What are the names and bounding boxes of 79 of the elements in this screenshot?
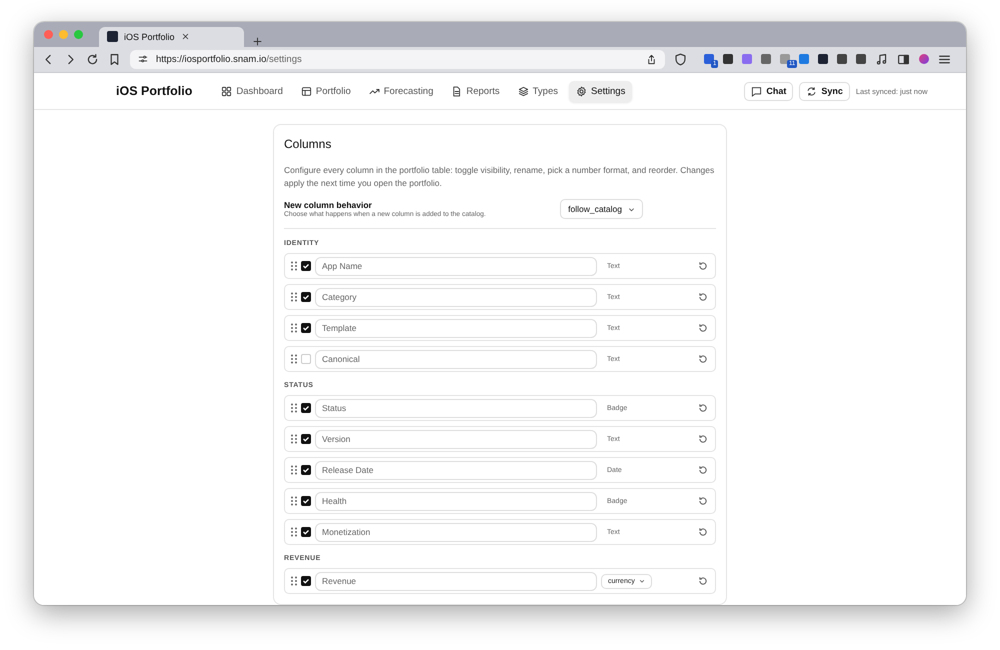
extension-icon[interactable] bbox=[856, 54, 866, 64]
card-description: Configure every column in the portfolio table: toggle visibility, rename, pick a number format, and reorder. Changes apply the next time you open the portfolio. bbox=[284, 164, 716, 189]
visibility-checkbox[interactable] bbox=[301, 261, 311, 271]
nav-tab[interactable]: Types bbox=[510, 80, 565, 102]
reset-icon[interactable] bbox=[698, 465, 708, 475]
visibility-checkbox[interactable] bbox=[301, 496, 311, 506]
drag-handle-icon[interactable] bbox=[290, 403, 298, 413]
url-text: https://iosportfolio.snam.io/settings bbox=[156, 54, 302, 65]
sync-icon bbox=[806, 86, 818, 96]
column-name-field[interactable]: App Name bbox=[315, 256, 597, 276]
column-name-field[interactable]: Revenue bbox=[315, 572, 597, 590]
reset-icon[interactable] bbox=[698, 323, 708, 333]
reset-icon[interactable] bbox=[698, 354, 708, 364]
visibility-checkbox[interactable] bbox=[301, 527, 311, 537]
grid-icon bbox=[221, 86, 232, 96]
document-icon bbox=[451, 86, 462, 96]
drag-handle-icon[interactable] bbox=[290, 527, 298, 537]
column-name-field[interactable]: Version bbox=[315, 430, 597, 448]
nav-tab[interactable]: Reports bbox=[444, 80, 507, 102]
nav-tab[interactable]: Portfolio bbox=[294, 80, 358, 102]
column-name-field[interactable]: Category bbox=[315, 288, 597, 306]
reset-icon[interactable] bbox=[698, 527, 708, 537]
behavior-dropdown[interactable]: follow_catalog bbox=[560, 199, 643, 219]
sync-button[interactable]: Sync bbox=[799, 82, 850, 100]
column-name-field[interactable]: Release Date bbox=[315, 460, 597, 480]
reset-icon[interactable] bbox=[698, 261, 708, 271]
profile-icon[interactable] bbox=[919, 54, 929, 64]
plus-icon bbox=[252, 36, 263, 47]
drag-handle-icon[interactable] bbox=[290, 434, 298, 444]
reset-icon[interactable] bbox=[698, 576, 708, 586]
bookmark-icon bbox=[108, 52, 121, 66]
shield-icon bbox=[674, 52, 687, 66]
column-name-field[interactable]: Template bbox=[315, 318, 597, 338]
table-icon bbox=[300, 86, 312, 96]
drag-handle-icon[interactable] bbox=[290, 496, 298, 506]
visibility-checkbox[interactable] bbox=[301, 465, 311, 475]
reset-icon[interactable] bbox=[698, 434, 708, 444]
column-name-field[interactable]: Status bbox=[315, 398, 597, 418]
nav-tab[interactable]: Dashboard bbox=[214, 80, 290, 102]
menu-icon bbox=[938, 52, 951, 66]
reset-icon[interactable] bbox=[698, 496, 708, 506]
extension-icon[interactable] bbox=[723, 54, 733, 64]
column-name-field[interactable]: Health bbox=[315, 492, 597, 510]
card-title: Columns bbox=[284, 137, 332, 151]
chat-icon bbox=[751, 86, 762, 96]
browser-tab[interactable]: iOS Portfolio bbox=[99, 26, 244, 47]
reload-icon bbox=[86, 52, 99, 66]
reset-icon[interactable] bbox=[698, 292, 708, 302]
chevron-down-icon bbox=[638, 578, 645, 584]
drag-handle-icon[interactable] bbox=[290, 261, 298, 271]
nav-tab[interactable]: Forecasting bbox=[362, 80, 440, 102]
nav-tab[interactable]: Settings bbox=[569, 80, 632, 102]
visibility-checkbox[interactable] bbox=[301, 434, 311, 444]
drag-handle-icon[interactable] bbox=[290, 354, 298, 364]
extension-icon[interactable] bbox=[818, 54, 828, 64]
close-icon bbox=[180, 32, 190, 42]
extension-icon[interactable] bbox=[837, 54, 847, 64]
setting-label: New column behavior bbox=[284, 200, 373, 210]
column-name-field[interactable]: Monetization bbox=[315, 522, 597, 542]
visibility-checkbox[interactable] bbox=[301, 576, 311, 586]
visibility-checkbox[interactable] bbox=[301, 292, 311, 302]
drag-handle-icon[interactable] bbox=[290, 465, 298, 475]
drag-handle-icon[interactable] bbox=[290, 292, 298, 302]
sidebar-icon bbox=[897, 52, 910, 66]
reset-icon[interactable] bbox=[698, 403, 708, 413]
drag-handle-icon[interactable] bbox=[290, 323, 298, 333]
app-title: iOS Portfolio bbox=[116, 84, 192, 98]
column-name-field[interactable]: Canonical bbox=[315, 350, 597, 368]
visibility-checkbox[interactable] bbox=[301, 403, 311, 413]
chat-button[interactable]: Chat bbox=[744, 82, 794, 100]
share-icon bbox=[646, 54, 657, 65]
drag-handle-icon[interactable] bbox=[290, 576, 298, 586]
music-icon bbox=[875, 52, 888, 66]
address-bar[interactable]: https://iosportfolio.snam.io/settings bbox=[130, 50, 665, 69]
visibility-checkbox[interactable] bbox=[301, 323, 311, 333]
chevron-down-icon bbox=[628, 206, 635, 212]
settings-icon bbox=[576, 86, 587, 96]
layers-icon bbox=[518, 86, 529, 96]
sliders-icon bbox=[138, 54, 148, 64]
